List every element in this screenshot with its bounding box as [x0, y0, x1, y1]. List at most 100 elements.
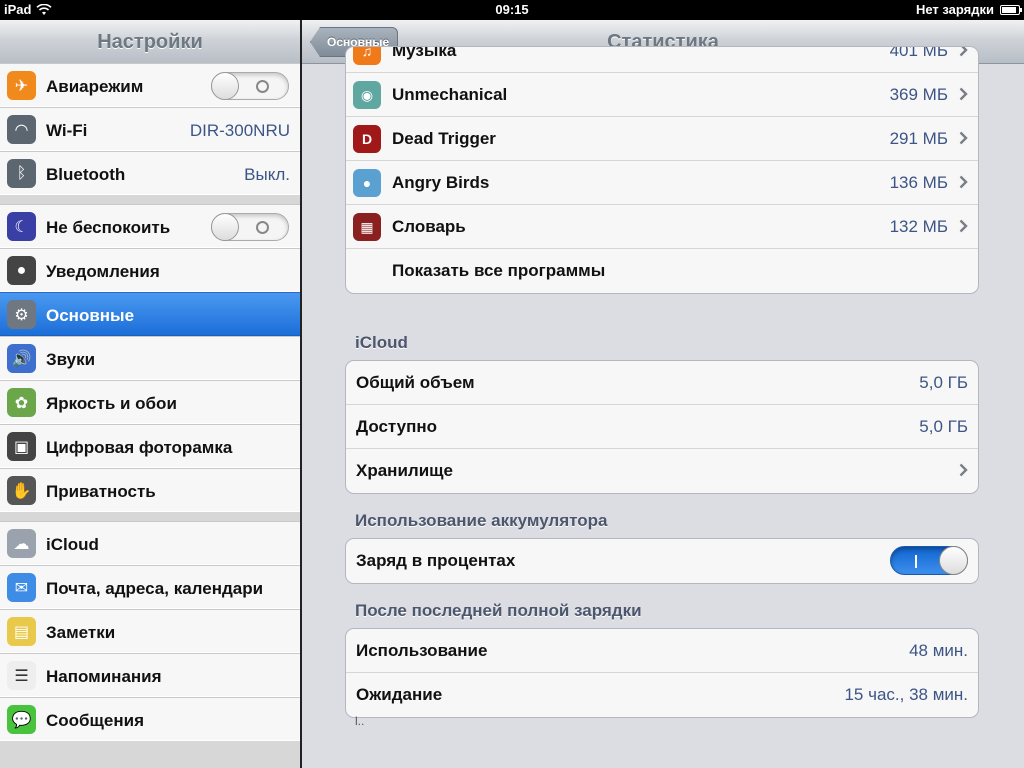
chevron-right-icon	[959, 131, 968, 145]
sidebar-item-label: Авиарежим	[46, 77, 144, 96]
gear-icon: ⚙	[7, 300, 36, 329]
usage-time-label: Использование	[356, 641, 488, 660]
sidebar-item[interactable]: ◠ Wi-Fi DIR-300NRU	[0, 107, 300, 151]
chevron-right-icon	[959, 219, 968, 233]
icloud-row-label: Доступно	[356, 417, 438, 436]
app-name: Unmechanical	[392, 85, 508, 104]
toggle-switch[interactable]	[211, 72, 289, 100]
messages-icon: 💬	[7, 705, 36, 734]
sidebar-item-label: Яркость и обои	[46, 394, 177, 413]
icloud-row-value: 5,0 ГБ	[919, 373, 968, 392]
sidebar-item-label: Цифровая фоторамка	[46, 438, 233, 457]
charge-status: Нет зарядки	[915, 2, 994, 17]
app-usage-row[interactable]: ◉ Unmechanical 369 МБ	[346, 73, 978, 117]
battery-percent-label: Заряд в процентах	[356, 551, 516, 570]
sidebar-item-label: Wi-Fi	[46, 121, 88, 140]
settings-group: ✈ Авиарежим ◠ Wi-Fi DIR-300NRU ᛒ Bluetooth Выкл…	[0, 63, 300, 195]
app-size: 401 МБ	[889, 46, 948, 60]
usage-time-row: Использование 48 мин.	[346, 629, 978, 673]
wifi-icon: ◠	[7, 115, 36, 144]
icloud-list: Общий объем 5,0 ГБ Доступно 5,0 ГБ Хранилище	[345, 360, 979, 494]
sidebar-item[interactable]: ▤ Заметки	[0, 609, 300, 653]
sidebar-item-value: Выкл.	[244, 165, 290, 184]
icloud-row-label: Общий объем	[356, 373, 475, 392]
battery-percent-toggle[interactable]	[890, 546, 968, 575]
notifications-icon: ●	[7, 256, 36, 285]
sidebar-item-label: Сообщения	[46, 711, 144, 730]
battery-icon	[1000, 4, 1022, 15]
sidebar-item[interactable]: ☁ iCloud	[0, 521, 300, 565]
toggle-knob	[211, 213, 239, 241]
apps-usage-list: ♫ Музыка 401 МБ ◉ Unmechanical 369 МБ D Dead Tr…	[345, 46, 979, 294]
sidebar-item-label: iCloud	[46, 535, 99, 554]
sidebar-item-label: Уведомления	[46, 262, 160, 281]
icloud-header: iCloud	[355, 333, 408, 352]
settings-sidebar: Настройки ✈ Авиарежим ◠ Wi-Fi DIR-300NRU ᛒ Blu…	[0, 20, 300, 768]
hand-icon: ✋	[7, 476, 36, 505]
sidebar-item-label: Основные	[46, 306, 135, 325]
unmechanical-icon: ◉	[353, 81, 381, 109]
app-name: Музыка	[392, 46, 457, 60]
icloud-row: Общий объем 5,0 ГБ	[346, 361, 978, 405]
sidebar-item[interactable]: ☰ Напоминания	[0, 653, 300, 697]
sidebar-item[interactable]: ● Уведомления	[0, 248, 300, 292]
dictionary-icon: ▦	[353, 213, 381, 241]
settings-group: ☁ iCloud ✉ Почта, адреса, календари ▤ Заметки…	[0, 521, 300, 741]
chevron-right-icon	[959, 175, 968, 189]
mail-icon: ✉	[7, 573, 36, 602]
toggle-knob	[211, 72, 239, 100]
sidebar-item-label: Звуки	[46, 350, 96, 369]
app-name: Словарь	[392, 217, 466, 236]
usage-time-value: 15 час., 38 мин.	[844, 685, 968, 704]
usage-time-label: Ожидание	[356, 685, 443, 704]
app-name: Angry Birds	[392, 173, 490, 192]
sidebar-item[interactable]: ✈ Авиарежим	[0, 63, 300, 107]
notes-icon: ▤	[7, 617, 36, 646]
app-usage-row[interactable]: D Dead Trigger 291 МБ	[346, 117, 978, 161]
sidebar-item[interactable]: ☾ Не беспокоить	[0, 204, 300, 248]
truncated-text: l..	[355, 714, 365, 728]
sidebar-item-label: Напоминания	[46, 667, 162, 686]
toggle-switch[interactable]	[211, 213, 289, 241]
angry-birds-icon: ●	[353, 169, 381, 197]
sidebar-item-label: Приватность	[46, 482, 156, 501]
sidebar-item[interactable]: 🔊 Звуки	[0, 336, 300, 380]
since-charge-list: Использование 48 мин. Ожидание 15 час., 38 …	[345, 628, 979, 718]
icloud-row[interactable]: Хранилище	[346, 449, 978, 493]
dead-trigger-icon: D	[353, 125, 381, 153]
sidebar-item-label: Заметки	[46, 623, 116, 642]
app-usage-row[interactable]: ● Angry Birds 136 МБ	[346, 161, 978, 205]
sidebar-item[interactable]: ᛒ Bluetooth Выкл.	[0, 151, 300, 195]
sidebar-item[interactable]: ✉ Почта, адреса, календари	[0, 565, 300, 609]
battery-percent-card: Заряд в процентах	[345, 538, 979, 584]
app-name: Dead Trigger	[392, 129, 496, 148]
app-usage-row[interactable]: ♫ Музыка 401 МБ	[346, 46, 978, 73]
app-size: 136 МБ	[889, 173, 948, 192]
sidebar-item-label: Почта, адреса, календари	[46, 579, 264, 598]
sidebar-item[interactable]: ✿ Яркость и обои	[0, 380, 300, 424]
sidebar-item[interactable]: ▣ Цифровая фоторамка	[0, 424, 300, 468]
show-all-apps-label: Показать все программы	[392, 261, 606, 280]
app-usage-row[interactable]: ▦ Словарь 132 МБ	[346, 205, 978, 249]
show-all-apps-row[interactable]: Показать все программы	[346, 249, 978, 293]
moon-icon: ☾	[7, 212, 36, 241]
icloud-row: Доступно 5,0 ГБ	[346, 405, 978, 449]
sidebar-item[interactable]: ✋ Приватность	[0, 468, 300, 512]
music-icon: ♫	[353, 47, 381, 65]
chevron-right-icon	[959, 87, 968, 101]
status-bar: iPad 09:15 Нет зарядки	[0, 0, 1024, 20]
app-size: 291 МБ	[889, 129, 948, 148]
sidebar-item-label: Bluetooth	[46, 165, 126, 184]
toggle-off-mark	[256, 221, 269, 234]
sidebar-item-value: DIR-300NRU	[189, 121, 290, 140]
statistics-pane: Основные Статистика ♫ Музыка 401 МБ ◉ Unmech…	[302, 20, 1024, 768]
sidebar-item[interactable]: 💬 Сообщения	[0, 697, 300, 741]
app-size: 132 МБ	[889, 217, 948, 236]
battery-percent-row: Заряд в процентах	[346, 539, 978, 583]
settings-group: ☾ Не беспокоить ● Уведомления ⚙ Основные 🔊 Звук…	[0, 204, 300, 512]
usage-time-value: 48 мин.	[909, 641, 968, 660]
sidebar-title: Настройки	[0, 20, 300, 64]
since-charge-header: После последней полной зарядки	[355, 601, 642, 620]
chevron-right-icon	[959, 47, 968, 57]
sidebar-item[interactable]: ⚙ Основные	[0, 292, 300, 336]
